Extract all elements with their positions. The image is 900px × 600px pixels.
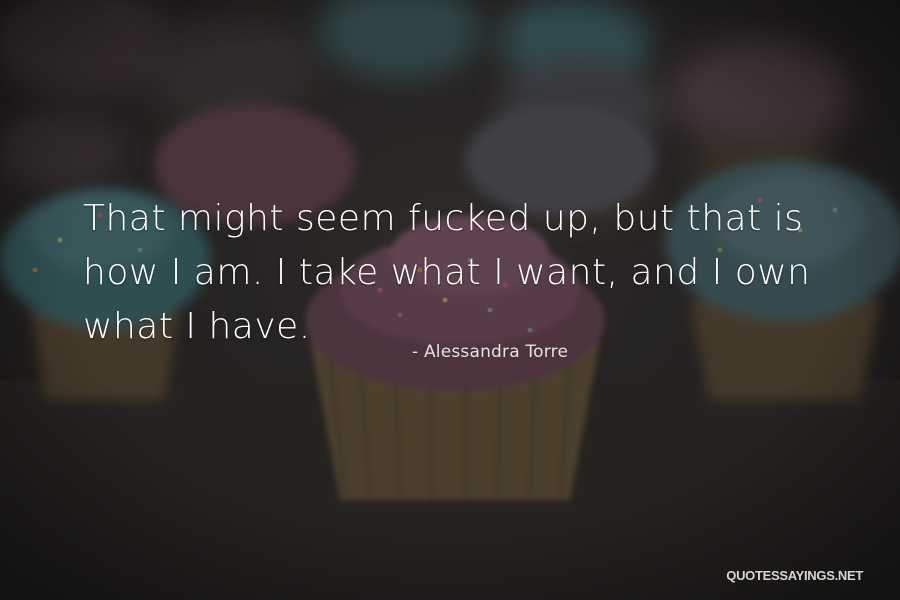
site-watermark: QUOTESSAYINGS.NET xyxy=(726,568,863,583)
quote-image: That might seem fucked up, but that is h… xyxy=(0,0,900,600)
quote-text: That might seem fucked up, but that is h… xyxy=(83,198,811,347)
quote-author: - Alessandra Torre xyxy=(412,342,569,362)
